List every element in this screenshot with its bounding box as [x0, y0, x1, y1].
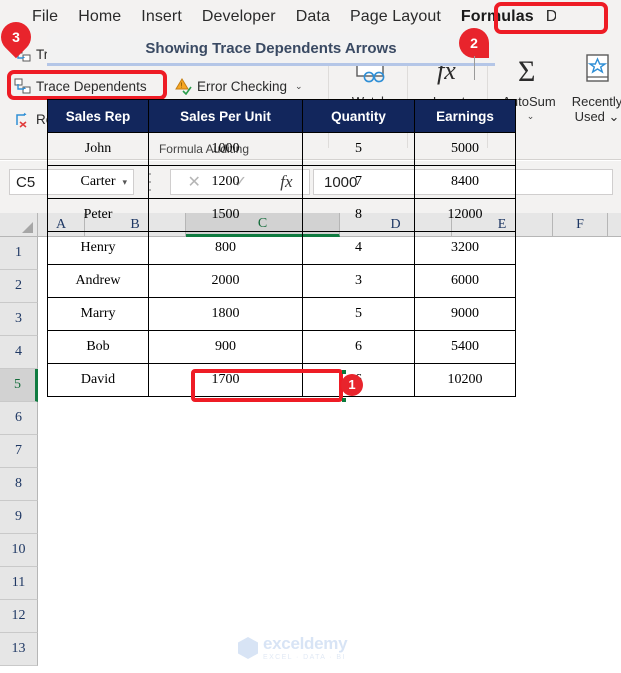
- cell-sales-per-unit[interactable]: 800: [148, 231, 303, 265]
- error-checking-chevron-down-icon[interactable]: ⌄: [295, 81, 303, 92]
- select-all-corner[interactable]: [0, 213, 38, 236]
- sales-table: Sales Rep Sales Per Unit Quantity Earnin…: [47, 99, 516, 397]
- row-header-9[interactable]: 9: [0, 501, 38, 534]
- svg-text:!: !: [180, 83, 182, 90]
- cell-quantity[interactable]: 4: [302, 231, 415, 265]
- cell-sales-per-unit[interactable]: 900: [148, 330, 303, 364]
- selection-corner-bottom: [342, 398, 346, 402]
- row-header-6[interactable]: 6: [0, 402, 38, 435]
- tab-home[interactable]: Home: [68, 4, 131, 30]
- row-header-4[interactable]: 4: [0, 336, 38, 369]
- trace-dependents-button[interactable]: Trace Dependents: [14, 78, 147, 95]
- row-header-5[interactable]: 5: [0, 369, 38, 402]
- table-row[interactable]: David 1700 6 10200: [47, 363, 516, 397]
- selection-corner-top: [342, 370, 346, 374]
- error-checking-icon: !: [175, 78, 192, 96]
- cell-quantity[interactable]: 5: [302, 132, 415, 166]
- cell-earnings[interactable]: 9000: [414, 297, 516, 331]
- cell-earnings[interactable]: 3200: [414, 231, 516, 265]
- row-header-12[interactable]: 12: [0, 600, 38, 633]
- table-row[interactable]: Henry 800 4 3200: [47, 231, 516, 265]
- tab-page-layout[interactable]: Page Layout: [340, 4, 451, 30]
- cell-earnings[interactable]: 10200: [414, 363, 516, 397]
- cell-quantity[interactable]: 3: [302, 264, 415, 298]
- row-header-10[interactable]: 10: [0, 534, 38, 567]
- recently-used-button[interactable]: Recently Used ⌄: [560, 46, 621, 124]
- error-checking-button[interactable]: ! Error Checking ⌄: [175, 78, 303, 96]
- table-row[interactable]: Bob 900 6 5400: [47, 330, 516, 364]
- row-header-8[interactable]: 8: [0, 468, 38, 501]
- cell-sales-rep[interactable]: Henry: [47, 231, 149, 265]
- tab-developer[interactable]: Developer: [192, 4, 286, 30]
- column-header-sales-rep: Sales Rep: [47, 99, 149, 133]
- cell-quantity[interactable]: 8: [302, 198, 415, 232]
- error-checking-label: Error Checking: [197, 78, 288, 94]
- cell-sales-rep[interactable]: Bob: [47, 330, 149, 364]
- cell-sales-rep[interactable]: Carter: [47, 165, 149, 199]
- column-header-quantity: Quantity: [302, 99, 415, 133]
- cell-sales-per-unit[interactable]: 2000: [148, 264, 303, 298]
- cell-sales-per-unit[interactable]: 1800: [148, 297, 303, 331]
- recently-used-icon: [560, 46, 621, 94]
- cell-earnings[interactable]: 5400: [414, 330, 516, 364]
- recently-used-label-line2: Used ⌄: [574, 109, 620, 124]
- autosum-icon: Σ: [492, 46, 566, 94]
- row-header-13[interactable]: 13: [0, 633, 38, 666]
- table-row[interactable]: Marry 1800 5 9000: [47, 297, 516, 331]
- ribbon-tab-bar: File Home Insert Developer Data Page Lay…: [0, 0, 621, 34]
- cell-sales-per-unit[interactable]: 1500: [148, 198, 303, 232]
- cell-sales-rep[interactable]: David: [47, 363, 149, 397]
- table-row[interactable]: Carter 1200 7 8400: [47, 165, 516, 199]
- column-header-sales-per-unit: Sales Per Unit: [148, 99, 303, 133]
- table-row[interactable]: John 1000 5 5000: [47, 132, 516, 166]
- table-header-row: Sales Rep Sales Per Unit Quantity Earnin…: [47, 99, 516, 133]
- table-row[interactable]: Peter 1500 8 12000: [47, 198, 516, 232]
- cell-sales-rep[interactable]: Marry: [47, 297, 149, 331]
- row-header-2[interactable]: 2: [0, 270, 38, 303]
- column-header-f[interactable]: F: [553, 213, 608, 236]
- row-header-11[interactable]: 11: [0, 567, 38, 600]
- name-box-value: C5: [16, 173, 36, 191]
- cell-sales-per-unit[interactable]: 1000: [148, 132, 303, 166]
- svg-text:Σ: Σ: [518, 55, 535, 87]
- cell-sales-per-unit[interactable]: 1700: [148, 363, 303, 397]
- cell-quantity[interactable]: 5: [302, 297, 415, 331]
- table-row[interactable]: Andrew 2000 3 6000: [47, 264, 516, 298]
- cell-sales-rep[interactable]: John: [47, 132, 149, 166]
- tab-data[interactable]: Data: [286, 4, 340, 30]
- cell-sales-rep[interactable]: Peter: [47, 198, 149, 232]
- callout-2-tail: [474, 56, 475, 80]
- cell-sales-per-unit[interactable]: 1200: [148, 165, 303, 199]
- remove-arrows-icon: [14, 111, 31, 128]
- tab-formulas[interactable]: Formulas: [451, 4, 544, 30]
- trace-dependents-label: Trace Dependents: [36, 78, 147, 94]
- tab-next-clipped[interactable]: D: [544, 4, 556, 30]
- cell-sales-rep[interactable]: Andrew: [47, 264, 149, 298]
- recently-used-label-line1: Recently: [571, 94, 621, 109]
- cell-quantity[interactable]: 7: [302, 165, 415, 199]
- cell-earnings[interactable]: 8400: [414, 165, 516, 199]
- row-header-3[interactable]: 3: [0, 303, 38, 336]
- excel-window: File Home Insert Developer Data Page Lay…: [0, 0, 621, 673]
- row-header-1[interactable]: 1: [0, 237, 38, 270]
- row-header-7[interactable]: 7: [0, 435, 38, 468]
- trace-dependents-icon: [14, 78, 31, 95]
- cell-earnings[interactable]: 12000: [414, 198, 516, 232]
- cell-quantity[interactable]: 6: [302, 330, 415, 364]
- cell-earnings[interactable]: 6000: [414, 264, 516, 298]
- sheet-title: Showing Trace Dependents Arrows: [47, 33, 495, 66]
- row-header-column: 1 2 3 4 5 6 7 8 9 10 11 12 13: [0, 237, 38, 666]
- tab-insert[interactable]: Insert: [131, 4, 192, 30]
- cell-earnings[interactable]: 5000: [414, 132, 516, 166]
- callout-badge-2: 2: [459, 28, 489, 58]
- callout-badge-1: 1: [341, 374, 363, 396]
- column-header-earnings: Earnings: [414, 99, 516, 133]
